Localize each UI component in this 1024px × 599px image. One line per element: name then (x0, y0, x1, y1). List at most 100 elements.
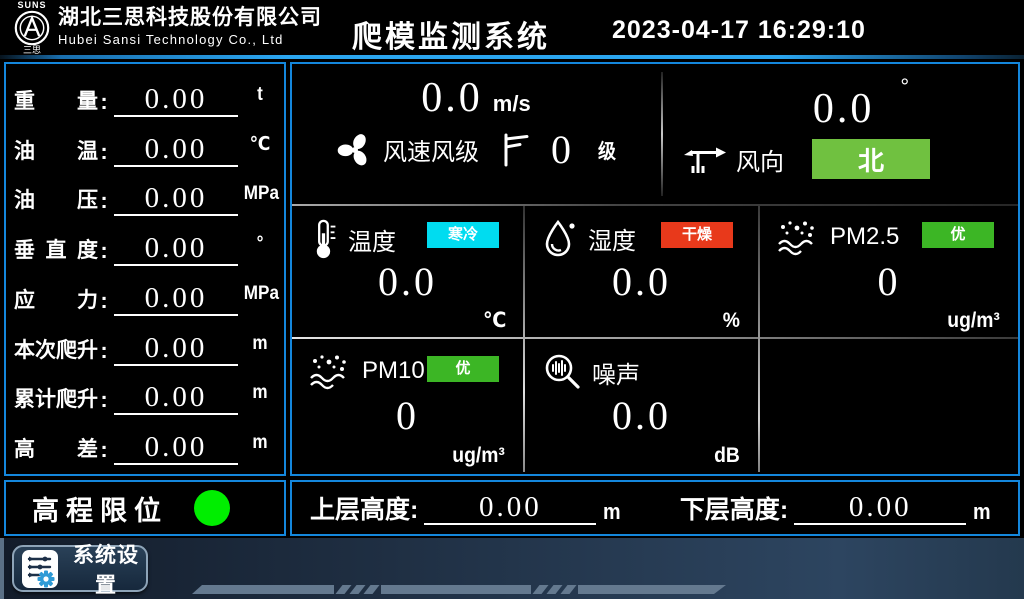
tile-head: PM2.5 优 (760, 206, 1018, 256)
footer-bar: 系统设置 (0, 538, 1024, 599)
measure-unit: m (244, 432, 276, 454)
wind-flag-icon (501, 132, 529, 168)
tile-value: 0.0 (526, 258, 757, 305)
tile-temperature: 温度 寒冷 0.0 ℃ (292, 206, 523, 337)
measure-row-oil-temp: 油温: 0.00 ℃ (14, 123, 278, 167)
wind-direction-value: 0.0 (813, 86, 875, 132)
measure-value: 0.00 (114, 83, 238, 117)
upper-height-group: 上层高度: 0.00 m (310, 492, 622, 525)
layer-heights-panel: 上层高度: 0.00 m 下层高度: 0.00 m (290, 480, 1020, 536)
tile-label: PM2.5 (830, 223, 899, 251)
measure-value: 0.00 (114, 232, 238, 266)
colon: : (410, 495, 418, 525)
colon: : (98, 236, 110, 266)
measure-row-stress: 应力: 0.00 MPa (14, 272, 278, 316)
company-name-cn: 湖北三思科技股份有限公司 (58, 5, 322, 30)
tile-unit: ℃ (483, 308, 506, 333)
tile-humidity: 湿度 干燥 0.0 % (526, 206, 757, 337)
tile-head: 噪声 (526, 340, 757, 392)
tile-label: 噪声 (592, 355, 640, 390)
lower-height-value: 0.00 (794, 492, 966, 525)
header: SUNS 三思 湖北三思科技股份有限公司 Hubei Sansi Technol… (0, 0, 1024, 55)
measure-unit: ℃ (244, 133, 276, 156)
upper-height-value: 0.00 (424, 492, 596, 525)
company-logo: SUNS 三思 (8, 0, 56, 55)
measurements-panel: 重量: 0.00 t 油温: 0.00 ℃ 油压: 0.00 MPa 垂直度: … (4, 62, 286, 476)
upper-height-unit: m (603, 499, 621, 525)
grid-divider-horizontal-2 (292, 337, 1018, 339)
measure-label: 应力 (14, 286, 98, 316)
measure-row-current-climb: 本次爬升: 0.00 m (14, 322, 278, 366)
tile-head: 湿度 干燥 (526, 206, 757, 258)
grid-divider-vertical-1 (523, 206, 525, 472)
footer-left-accent (0, 538, 4, 599)
measure-label: 本次爬升 (14, 336, 98, 366)
footer-decorative-stripes (192, 585, 726, 594)
upper-height-label: 上层高度 (310, 495, 410, 525)
tile-value: 0.0 (292, 258, 523, 305)
fan-icon (335, 130, 375, 170)
noise-magnifier-icon (542, 352, 582, 392)
elevation-limit-label: 高程限位 (32, 489, 168, 528)
dust-particles-icon (776, 218, 820, 256)
measure-label: 油温 (14, 137, 98, 167)
wind-speed-value-row: 0.0 m/s (292, 74, 660, 122)
header-divider (0, 55, 1024, 59)
tile-noise: 噪声 0.0 dB (526, 340, 757, 472)
wind-direction-value-row: 0.0° (664, 74, 1018, 133)
logo-suns-text: SUNS (8, 1, 56, 10)
wind-speed-section: 0.0 m/s 风速风级 0 级 (292, 64, 660, 204)
wind-speed-unit: m/s (493, 91, 531, 116)
measure-unit: m (244, 333, 276, 355)
tile-label: 湿度 (588, 221, 636, 256)
tile-label: PM10 (362, 357, 425, 385)
tile-unit: ug/m³ (947, 309, 1000, 333)
measure-row-height-diff: 高差: 0.00 m (14, 421, 278, 465)
colon: : (98, 435, 110, 465)
lower-height-unit: m (973, 499, 991, 525)
colon: : (98, 137, 110, 167)
colon: : (98, 87, 110, 117)
lower-height-label: 下层高度 (680, 495, 780, 525)
thermometer-icon (308, 218, 338, 260)
measure-value: 0.00 (114, 182, 238, 216)
colon: : (780, 495, 788, 525)
measure-row-weight: 重量: 0.00 t (14, 73, 278, 117)
wind-speed-label-row: 风速风级 0 级 (292, 126, 660, 173)
sliders-gear-icon (22, 550, 58, 588)
company-name-en: Hubei Sansi Technology Co., Ltd (58, 30, 322, 49)
wind-speed-label: 风速风级 (383, 132, 479, 167)
wind-direction-label: 风向 (736, 142, 784, 177)
tile-value: 0 (760, 258, 1018, 305)
tile-label: 温度 (348, 222, 396, 257)
status-badge: 优 (922, 222, 994, 248)
measure-unit: t (244, 84, 276, 106)
company-name: 湖北三思科技股份有限公司 Hubei Sansi Technology Co.,… (58, 5, 322, 49)
tile-value: 0.0 (526, 392, 757, 439)
measure-unit: m (244, 382, 276, 404)
elevation-limit-panel: 高程限位 (4, 480, 286, 536)
tile-pm25: PM2.5 优 0 ug/m³ (760, 206, 1018, 337)
datetime-display: 2023-04-17 16:29:10 (612, 16, 866, 45)
measure-label: 垂直度 (14, 236, 98, 266)
tile-head: PM10 优 (292, 340, 523, 390)
environment-panel: 0.0 m/s 风速风级 0 级 (290, 62, 1020, 476)
measure-unit: MPa (244, 183, 276, 205)
measure-row-verticality: 垂直度: 0.00 ° (14, 222, 278, 266)
measure-value: 0.00 (114, 133, 238, 167)
lower-height-group: 下层高度: 0.00 m (680, 492, 992, 525)
wind-direction-button[interactable]: 北 (812, 139, 930, 179)
wind-section-divider (661, 72, 663, 196)
measure-label: 油压 (14, 186, 98, 216)
system-settings-button[interactable]: 系统设置 (12, 545, 148, 592)
wind-speed-value: 0.0 (421, 75, 483, 121)
dust-particles-icon (308, 352, 352, 390)
wind-vane-icon (682, 139, 728, 179)
measure-row-total-climb: 累计爬升: 0.00 m (14, 371, 278, 415)
wind-level-value: 0 (551, 126, 571, 173)
measure-value: 0.00 (114, 332, 238, 366)
tile-unit: dB (714, 444, 740, 468)
status-badge: 寒冷 (427, 222, 499, 248)
suns-logo-icon (14, 10, 50, 46)
status-badge: 干燥 (661, 222, 733, 248)
